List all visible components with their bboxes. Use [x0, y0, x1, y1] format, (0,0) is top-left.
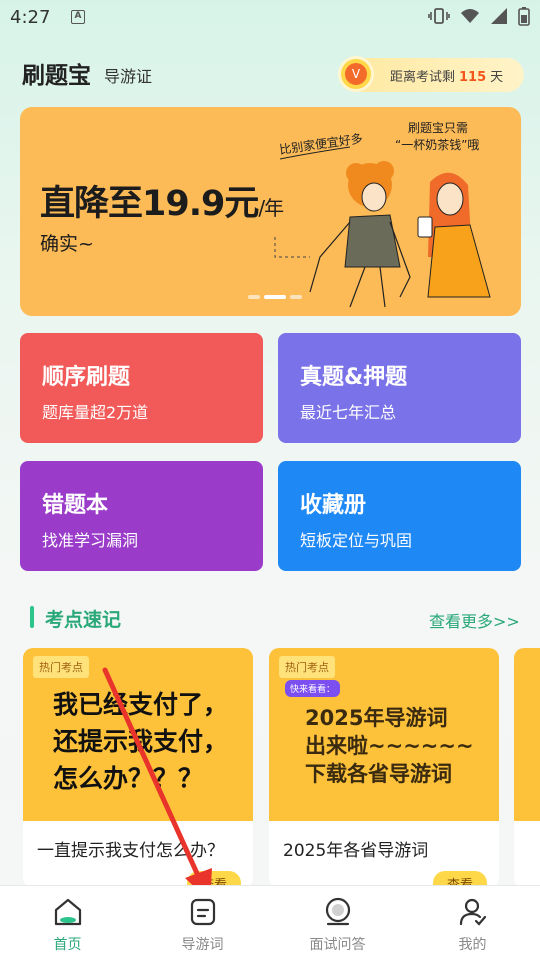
notification-icon: A [71, 10, 85, 24]
status-bar: 4:27 A [0, 0, 540, 36]
bottom-nav: 首页 导游词 面试问答 我的 [0, 885, 540, 960]
tile-title: 顺序刷题 [42, 365, 131, 390]
tile-wrong-questions[interactable]: 错题本 找准学习漏洞 [20, 461, 263, 571]
section-title: 考点速记 [45, 609, 122, 631]
tile-title: 错题本 [42, 493, 109, 518]
profile-icon [459, 898, 487, 926]
card-badge: 快来看看： [285, 680, 341, 697]
status-icons [428, 6, 530, 26]
countdown-prefix: 距离考试剩 [390, 70, 456, 85]
card-image-line: 还提示我支付， [53, 727, 229, 756]
card-image-line: 2025年导游词 [305, 706, 448, 730]
hot-tag: 热门考点 [279, 656, 335, 678]
card-image-line: 下载各省导游词 [305, 762, 452, 786]
nav-guide-speech[interactable]: 导游词 [135, 886, 270, 960]
promo-banner[interactable]: 直降至19.9元/年 确实~ 比别家便宜好多 刷题宝只需 “一杯奶茶钱”哦 [20, 107, 521, 316]
banner-dot[interactable] [248, 295, 260, 299]
tile-subtitle: 找准学习漏洞 [42, 531, 139, 550]
card-image-line: 怎么办？？？ [53, 764, 204, 793]
banner-subtitle: 确实~ [40, 233, 94, 255]
interview-icon [325, 897, 351, 926]
app-title: 刷题宝 [22, 63, 91, 89]
card-image-line: 我已经支付了， [53, 690, 229, 719]
tile-title: 真题&押题 [300, 365, 408, 390]
card-image-text: 我已经支付了， 还提示我支付， 怎么办？？？ [53, 686, 228, 797]
view-more-link[interactable]: 查看更多>> [429, 608, 520, 632]
signal-icon [491, 8, 507, 24]
article-card-partial[interactable] [514, 648, 540, 888]
wifi-icon [461, 9, 479, 23]
banner-pagination [248, 295, 302, 299]
section-accent-bar [30, 606, 34, 628]
exam-countdown-text: 距离考试剩 115 天 [390, 66, 503, 85]
banner-dot[interactable] [290, 295, 302, 299]
card-title: 一直提示我支付怎么办？ [37, 841, 224, 861]
banner-bubble-right-2: “一杯奶茶钱”哦 [395, 137, 479, 152]
vip-avatar[interactable]: V [338, 56, 374, 92]
tile-title: 收藏册 [300, 493, 367, 518]
vip-letter: V [345, 63, 367, 85]
battery-icon [518, 7, 530, 26]
tile-sequential-practice[interactable]: 顺序刷题 题库量超2万道 [20, 333, 263, 443]
card-image-line: 出来啦~~~~~~ [305, 734, 474, 758]
tile-favorites[interactable]: 收藏册 短板定位与巩固 [278, 461, 521, 571]
tile-subtitle: 题库量超2万道 [42, 403, 149, 422]
card-image-text: 2025年导游词 出来啦~~~~~~ 下载各省导游词 [305, 704, 474, 788]
banner-bubble-right-1: 刷题宝只需 [408, 121, 468, 135]
nav-home[interactable]: 首页 [0, 886, 135, 960]
article-card[interactable]: 我已经支付了， 还提示我支付， 怎么办？？？ 热门考点 一直提示我支付怎么办？ … [23, 648, 253, 888]
exam-countdown-badge[interactable]: V 距离考试剩 115 天 [338, 56, 524, 92]
card-title: 2025年各省导游词 [283, 841, 429, 861]
article-card[interactable]: 快来看看： 2025年导游词 出来啦~~~~~~ 下载各省导游词 热门考点 20… [269, 648, 499, 888]
hot-tag: 热门考点 [33, 656, 89, 678]
tile-subtitle: 最近七年汇总 [300, 403, 397, 422]
nav-profile[interactable]: 我的 [405, 886, 540, 960]
banner-bubble-left: 比别家便宜好多 [278, 130, 363, 157]
nav-label: 首页 [53, 937, 82, 953]
document-icon [190, 898, 216, 926]
status-time: 4:27 [10, 7, 51, 28]
nav-label: 我的 [458, 937, 487, 953]
nav-label: 导游词 [181, 937, 224, 953]
tile-real-exam[interactable]: 真题&押题 最近七年汇总 [278, 333, 521, 443]
card-thumbnail [514, 648, 540, 821]
tile-subtitle: 短板定位与巩固 [300, 531, 413, 550]
banner-price-text: 直降至19.9元 [40, 184, 259, 224]
nav-label: 面试问答 [309, 937, 366, 953]
countdown-days: 115 [459, 70, 487, 85]
banner-illustration: 比别家便宜好多 刷题宝只需 “一杯奶茶钱”哦 [274, 121, 491, 308]
exam-category-selector[interactable]: 导游证 [104, 63, 152, 87]
nav-interview[interactable]: 面试问答 [270, 886, 405, 960]
banner-price: 直降至19.9元/年 [40, 175, 284, 226]
home-icon [54, 898, 82, 926]
vibrate-icon [428, 8, 450, 24]
banner-dot-active[interactable] [264, 295, 286, 299]
countdown-suffix: 天 [490, 70, 504, 85]
